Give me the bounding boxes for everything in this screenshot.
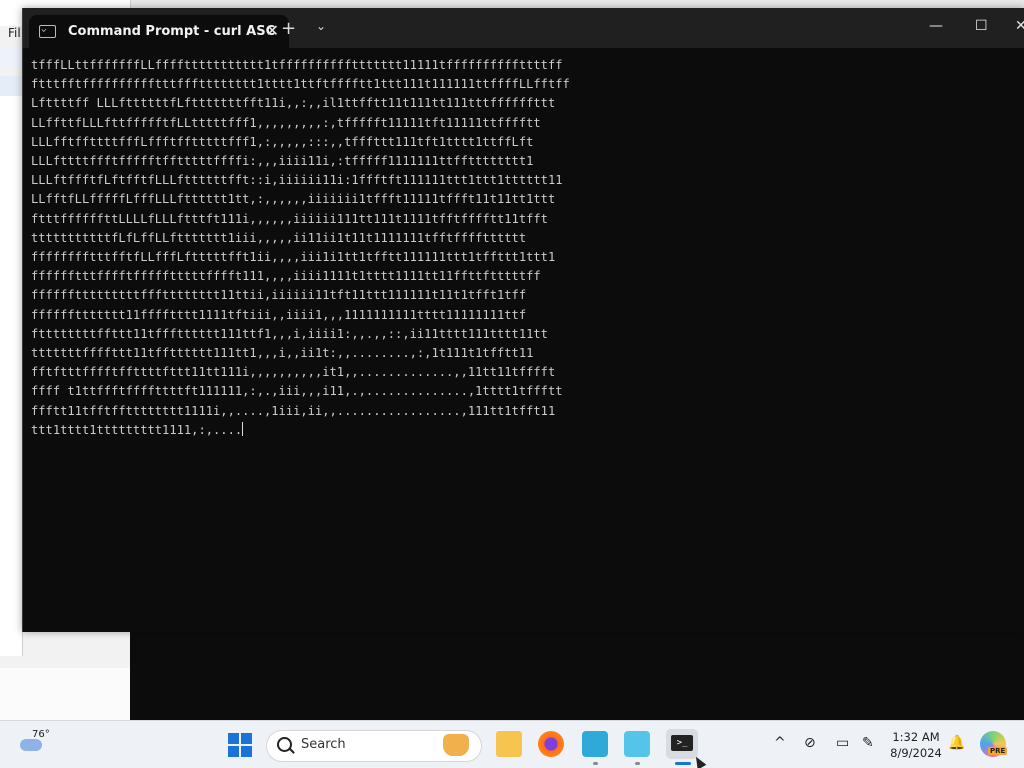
copilot-icon[interactable]: PRE [980,731,1008,757]
cmd-icon [39,25,56,38]
background-app-menu[interactable]: Fil [8,26,21,40]
terminal-prompt-icon: >_ [671,735,693,751]
console-line: fffffffftttfftfLLfffLftttttfft1ii,,,,iii… [31,250,556,265]
background-window-dark [130,632,1024,720]
file-explorer-icon[interactable] [496,731,522,757]
console-line: ttt1tttt1ttttttttt1111,:,.... [31,421,244,437]
chevron-down-icon[interactable]: ⌄ [316,19,326,33]
console-line: LLLfttttffftffffftfftttttffffi:,,,iiii11… [31,154,534,169]
back-icon[interactable] [0,48,22,68]
console-line: fftftttfffftffttttfttt11tt111i,,,,,,,,,,… [31,365,556,380]
weather-temp: 76° [32,729,50,740]
cloud-icon [20,739,42,751]
tab-bar: Command Prompt - curl ASC ✕ + ⌄ — ☐ ✕ [23,8,1024,48]
console-line: LLLftffftfLftfftfLLLfttttttfft::i,iiiiii… [31,173,563,188]
minimize-button[interactable]: — [929,18,943,34]
terminal-window: Command Prompt - curl ASC ✕ + ⌄ — ☐ ✕ tf… [22,8,1024,632]
search-highlight-icon [443,734,469,756]
search-icon [277,737,292,752]
console-line: tfffLLttfffffffLLffffttttttttttt1tffffff… [31,58,563,72]
system-clock[interactable]: 1:32 AM 8/9/2024 [884,729,948,761]
console-output[interactable]: tfffLLttfffffffLLffffttttttttttt1tffffff… [31,56,1021,626]
console-line: LLfftfLLfffffLfffLLLftttttt1tt,:,,,,,,ii… [31,192,556,207]
windows-logo-icon [241,746,252,757]
windows-logo-icon [228,746,239,757]
tray-chevron-icon[interactable]: ^ [774,735,786,751]
start-button[interactable] [228,733,252,757]
cloud-sync-icon[interactable]: ⊘ [804,735,816,751]
console-line: tttttttttttfLfLffLLfttttttt1iii,,,,,ii11… [31,230,527,245]
console-line: ffffffttttttt11fffftttt1111tftiii,,iiii1… [31,307,527,322]
clock-date: 8/9/2024 [890,746,942,760]
console-line: fttttttttffttt11tffftttttt111ttf1,,,i,ii… [31,326,548,341]
table-icon[interactable] [0,76,22,96]
taskbar: 76° Search >_ ^ ⊘ ▭ ✎ 1:32 AM 8/9/2024 🔔… [0,720,1024,768]
console-line: ftttffffffttLLLLfLLLftttft111i,,,,,,iiii… [31,211,548,226]
firefox-icon[interactable] [538,731,564,757]
console-line: LLLfftffttttfffLffftfftttttfff1,:,,,,,::… [31,134,534,149]
console-line: LLffttfLLLfttffffftfLLtttttfff1,,,,,,,,,… [31,115,541,130]
clock-time: 1:32 AM [892,730,940,744]
console-line: Lfttttff LLLfttttttfLftttttttfft11i,,:,,… [31,96,556,111]
console-line: fffffftttfffftffffftttttfffft111,,,,iiii… [31,269,541,284]
close-window-button[interactable]: ✕ [1015,18,1024,34]
display-icon[interactable]: ▭ [836,735,849,751]
taskbar-search[interactable]: Search [266,730,482,762]
terminal-app-icon[interactable]: >_ [666,729,698,759]
search-placeholder: Search [301,737,346,752]
active-indicator [675,762,691,765]
preview-badge: PRE [988,747,1008,755]
weather-widget[interactable]: 76° [18,729,58,757]
desktop-area [0,668,130,720]
console-line: ftttfftfffffffffftttffftttttttt1tttt1ttf… [31,77,570,92]
pen-icon[interactable]: ✎ [862,735,874,751]
notification-bell-icon[interactable]: 🔔 [948,735,965,751]
windows-logo-icon [228,733,239,744]
running-indicator [635,762,640,765]
windows-logo-icon [241,733,252,744]
background-app-panel [0,96,23,656]
maximize-button[interactable]: ☐ [975,18,988,34]
tab-title: Command Prompt - curl ASC [68,24,276,39]
text-cursor [242,421,244,436]
running-indicator [593,762,598,765]
building-app-icon[interactable] [582,731,608,757]
tab-command-prompt[interactable]: Command Prompt - curl ASC ✕ [29,15,289,48]
console-line: ffff t1ttffftffffttttft111111,:,.,iii,,,… [31,384,563,399]
close-tab-icon[interactable]: ✕ [266,21,279,40]
console-line: tttttttffffttt11tfftttttt111tt1,,,i,,ii1… [31,346,534,361]
new-tab-button[interactable]: + [281,18,296,39]
building-app-2-icon[interactable] [624,731,650,757]
console-line: fffffftttttttttffftttttttt11ttii,iiiiii1… [31,288,527,303]
console-line: ffftt11tfftfftttttttt1111i,,....,1iii,ii… [31,403,556,418]
